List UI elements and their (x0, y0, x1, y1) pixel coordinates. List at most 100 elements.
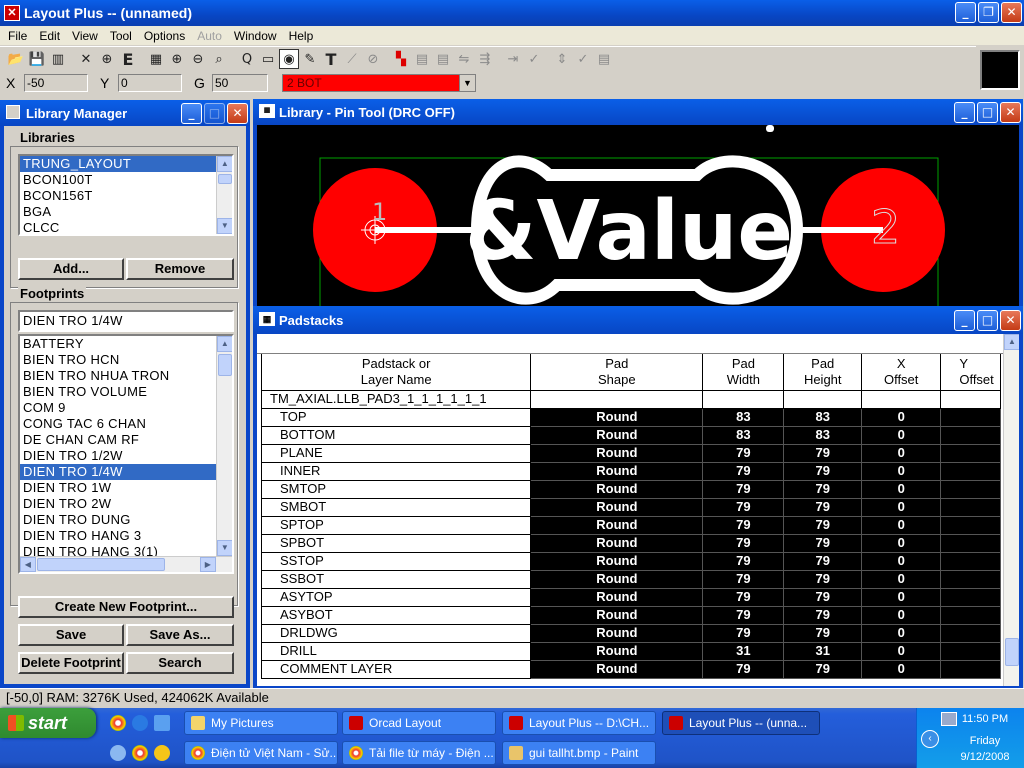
pad-height-cell[interactable]: 79 (783, 497, 863, 517)
query-icon[interactable]: Q (237, 49, 257, 69)
taskbar-item-layout-plus-d[interactable]: Layout Plus -- D:\CH... (502, 711, 656, 735)
table-row[interactable]: DRLDWG Round 79 79 0 (261, 623, 1001, 643)
pad-width-cell[interactable]: 79 (702, 569, 785, 589)
y-offset-cell[interactable] (940, 515, 1001, 535)
pad-shape-cell[interactable]: Round (530, 551, 704, 571)
component-tool-icon[interactable]: ▭ (258, 49, 278, 69)
y-offset-cell[interactable] (940, 551, 1001, 571)
list-item[interactable]: DE CHAN CAM RF (20, 432, 218, 448)
list-item[interactable]: DIEN TRO 1/2W (20, 448, 218, 464)
list-item[interactable]: DIEN TRO 2W (20, 496, 218, 512)
spreadsheet-icon[interactable]: ▦ (146, 49, 166, 69)
y-offset-cell[interactable] (940, 605, 1001, 625)
list-item[interactable]: CONG TAC 6 CHAN (20, 416, 218, 432)
list-item[interactable]: BCON100T (20, 172, 232, 188)
zoom-in-icon[interactable]: ⊕ (167, 49, 187, 69)
scroll-up-icon[interactable]: ▲ (217, 156, 232, 172)
list-item[interactable]: COM 9 (20, 400, 218, 416)
color-icon[interactable]: ▚ (391, 49, 411, 69)
pad-height-cell[interactable]: 83 (783, 425, 863, 445)
x-offset-cell[interactable]: 0 (861, 587, 942, 607)
pad-shape-cell[interactable]: Round (530, 605, 704, 625)
pad-shape-cell[interactable]: Round (530, 461, 704, 481)
footprints-hscrollbar[interactable]: ◀ ▶ (20, 556, 232, 572)
close-icon[interactable]: ✕ (227, 103, 248, 124)
layer-name-cell[interactable]: SSBOT (261, 569, 532, 589)
x-offset-cell[interactable]: 0 (861, 515, 942, 535)
close-icon[interactable]: ✕ (1000, 102, 1021, 123)
taskbar-item-chrome-1[interactable]: Điện tử Việt Nam - Sử... (184, 741, 338, 765)
table-row[interactable]: TOP Round 83 83 0 (261, 407, 1001, 427)
save-button[interactable]: Save (18, 624, 124, 646)
column-header-width[interactable]: Pad Width (702, 354, 785, 391)
padstack-name-cell[interactable]: TM_AXIAL.LLB_PAD3_1_1_1_1_1_1 (261, 389, 532, 409)
taskbar-item-orcad-layout[interactable]: Orcad Layout (342, 711, 496, 735)
pad-width-cell[interactable]: 79 (702, 443, 785, 463)
start-button[interactable]: start (0, 708, 96, 738)
footprints-list[interactable]: BATTERY BIEN TRO HCN BIEN TRO NHUA TRON … (18, 334, 234, 574)
layer-icon[interactable]: ▤ (594, 49, 614, 69)
list-item[interactable]: DIEN TRO DUNG (20, 512, 218, 528)
list-item[interactable]: DIEN TRO HANG 3 (20, 528, 218, 544)
pin-tool-title-bar[interactable]: ▦ Library - Pin Tool (DRC OFF) _ □ ✕ (253, 99, 1023, 125)
pad-shape-cell[interactable]: Round (530, 641, 704, 661)
expand-tray-icon[interactable]: ‹ (921, 730, 939, 748)
scroll-thumb[interactable] (218, 354, 232, 376)
scroll-thumb[interactable] (37, 558, 165, 571)
clock-time[interactable]: 11:50 PM (947, 713, 1023, 725)
check-icon[interactable]: ✓ (524, 49, 544, 69)
list-item[interactable]: BCON156T (20, 188, 232, 204)
quicklaunch-icon[interactable] (110, 745, 126, 761)
pad-height-cell[interactable]: 79 (783, 605, 863, 625)
library-manager-title-bar[interactable]: Library Manager _ □ ✕ (0, 100, 250, 126)
cell[interactable] (702, 389, 785, 409)
pin-tool-icon[interactable]: ◉ (279, 49, 299, 69)
pad-height-cell[interactable]: 79 (783, 515, 863, 535)
text-tool-icon[interactable]: T (321, 49, 341, 69)
footprint-drawing[interactable]: &Value 1 2 (257, 125, 1019, 309)
table-row[interactable]: SMTOP Round 79 79 0 (261, 479, 1001, 499)
x-offset-cell[interactable]: 0 (861, 479, 942, 499)
error-tool-icon[interactable]: ⊘ (363, 49, 383, 69)
layer-name-cell[interactable]: SMTOP (261, 479, 532, 499)
padstacks-grid[interactable]: Padstack or Layer Name Pad Shape Pad Wid… (261, 354, 1001, 686)
close-icon[interactable]: ✕ (1000, 310, 1021, 331)
create-new-footprint-button[interactable]: Create New Footprint... (18, 596, 234, 618)
pad-shape-cell[interactable]: Round (530, 569, 704, 589)
layer-select[interactable]: 2 BOT ▼ (282, 74, 476, 92)
footprints-vscrollbar[interactable]: ▲ ▼ (216, 336, 232, 556)
delete-icon[interactable]: ✕ (76, 49, 96, 69)
padstacks-title-bar[interactable]: ▦ Padstacks _ □ ✕ (253, 306, 1023, 334)
column-header-x-offset[interactable]: X Offset (861, 354, 942, 391)
libraries-scrollbar[interactable]: ▲ ▼ (216, 156, 232, 234)
table-row[interactable]: ASYBOT Round 79 79 0 (261, 605, 1001, 625)
internet-explorer-icon[interactable] (132, 715, 148, 731)
show-desktop-icon[interactable] (154, 715, 170, 731)
y-offset-cell[interactable] (940, 497, 1001, 517)
pad-shape-cell[interactable]: Round (530, 497, 704, 517)
chevron-down-icon[interactable]: ▼ (459, 75, 475, 91)
pad-width-cell[interactable]: 79 (702, 551, 785, 571)
menu-options[interactable]: Options (138, 29, 191, 43)
pad-height-cell[interactable]: 79 (783, 569, 863, 589)
list-item[interactable]: BIEN TRO HCN (20, 352, 218, 368)
menu-view[interactable]: View (66, 29, 104, 43)
menu-window[interactable]: Window (228, 29, 283, 43)
autoroute-icon[interactable]: ⇶ (475, 49, 495, 69)
padstack-group-row[interactable]: TM_AXIAL.LLB_PAD3_1_1_1_1_1_1 (261, 389, 1001, 409)
scroll-down-icon[interactable]: ▼ (217, 540, 232, 556)
pad-width-cell[interactable]: 83 (702, 425, 785, 445)
pad-height-cell[interactable]: 79 (783, 461, 863, 481)
taskbar-item-paint[interactable]: gui tallht.bmp - Paint (502, 741, 656, 765)
taskbar-item-my-pictures[interactable]: My Pictures (184, 711, 338, 735)
pad-width-cell[interactable]: 79 (702, 659, 785, 679)
list-item[interactable]: CLCC (20, 220, 232, 234)
y-offset-cell[interactable] (940, 479, 1001, 499)
app-icon[interactable]: ✕ (4, 5, 20, 21)
table-row[interactable]: COMMENT LAYER Round 79 79 0 (261, 659, 1001, 679)
table-row[interactable]: SSTOP Round 79 79 0 (261, 551, 1001, 571)
list-item[interactable]: BGA (20, 204, 232, 220)
pad-height-cell[interactable]: 79 (783, 551, 863, 571)
y-offset-cell[interactable] (940, 659, 1001, 679)
obstacle-tool-icon[interactable]: ✎ (300, 49, 320, 69)
